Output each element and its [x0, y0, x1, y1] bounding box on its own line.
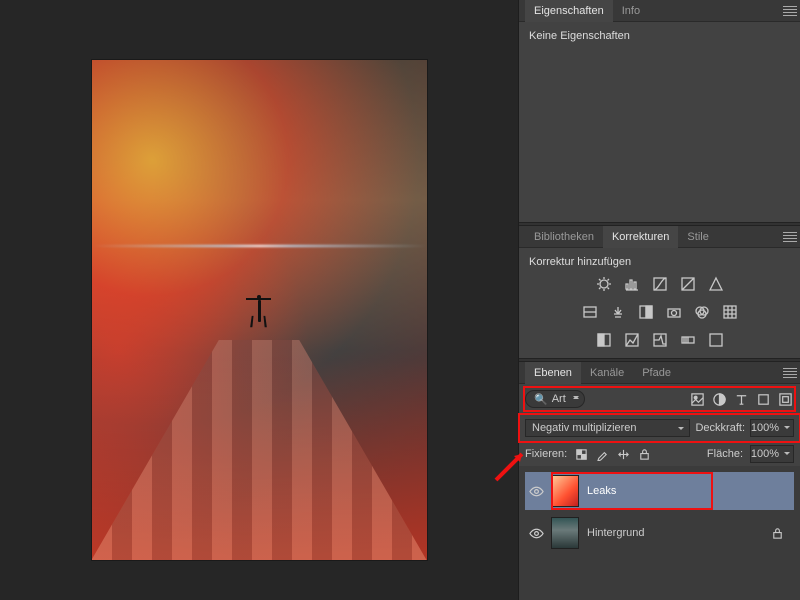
fill-field[interactable]: 100% [750, 445, 794, 463]
gradient-map-icon[interactable] [678, 332, 698, 348]
lock-all-icon[interactable] [637, 447, 651, 461]
levels-icon[interactable] [622, 276, 642, 292]
lock-position-icon[interactable] [616, 447, 630, 461]
filter-adjustment-icon[interactable] [710, 391, 728, 407]
tab-ebenen[interactable]: Ebenen [525, 362, 581, 384]
panel-menu-icon[interactable] [783, 230, 797, 244]
blend-mode-dropdown[interactable]: Negativ multiplizieren [525, 419, 690, 437]
layer-filter-label: Art [552, 393, 566, 405]
tab-eigenschaften[interactable]: Eigenschaften [525, 0, 613, 22]
tab-kanaele[interactable]: Kanäle [581, 362, 633, 384]
adjustments-subtitle: Korrektur hinzufügen [519, 248, 800, 270]
adjustments-row-2 [519, 298, 800, 326]
color-lookup-icon[interactable] [720, 304, 740, 320]
adjustments-row-1 [519, 270, 800, 298]
filter-pixel-icon[interactable] [688, 391, 706, 407]
tab-korrekturen[interactable]: Korrekturen [603, 226, 678, 248]
layers-list: Leaks Hintergrund [519, 466, 800, 600]
lock-icon [770, 526, 784, 540]
filter-smartobject-icon[interactable] [776, 391, 794, 407]
lock-pixels-icon[interactable] [595, 447, 609, 461]
hue-saturation-icon[interactable] [580, 304, 600, 320]
document-preview [92, 60, 427, 560]
lock-label: Fixieren: [525, 448, 567, 460]
tab-stile[interactable]: Stile [678, 226, 717, 248]
threshold-icon[interactable] [650, 332, 670, 348]
exposure-icon[interactable] [678, 276, 698, 292]
layer-name[interactable]: Leaks [587, 485, 616, 497]
layer-row-hintergrund[interactable]: Hintergrund [525, 514, 794, 552]
photo-filter-icon[interactable] [664, 304, 684, 320]
properties-panel-body: Keine Eigenschaften [519, 22, 800, 222]
panel-menu-icon[interactable] [783, 4, 797, 18]
color-balance-icon[interactable] [608, 304, 628, 320]
vibrance-icon[interactable] [706, 276, 726, 292]
selective-color-icon[interactable] [706, 332, 726, 348]
filter-type-icon[interactable] [732, 391, 750, 407]
properties-empty-text: Keine Eigenschaften [519, 22, 800, 50]
layer-thumbnail[interactable] [551, 475, 579, 507]
adjustments-panel-header: Bibliotheken Korrekturen Stile [519, 226, 800, 248]
fill-label: Fläche: [707, 448, 743, 460]
tab-bibliotheken[interactable]: Bibliotheken [525, 226, 603, 248]
canvas-area[interactable] [0, 0, 518, 600]
layers-filter-row: 🔍Art [519, 384, 800, 414]
visibility-toggle[interactable] [525, 484, 547, 499]
panel-menu-icon[interactable] [783, 366, 797, 380]
curves-icon[interactable] [650, 276, 670, 292]
tab-info[interactable]: Info [613, 0, 649, 22]
right-panels: Eigenschaften Info Keine Eigenschaften B… [518, 0, 800, 600]
invert-icon[interactable] [594, 332, 614, 348]
blend-opacity-row: Negativ multiplizieren Deckkraft: 100% [519, 414, 800, 442]
opacity-field[interactable]: 100% [750, 419, 794, 437]
properties-panel-header: Eigenschaften Info [519, 0, 800, 22]
adjustments-row-3 [519, 326, 800, 358]
filter-shape-icon[interactable] [754, 391, 772, 407]
layer-thumbnail[interactable] [551, 517, 579, 549]
visibility-toggle[interactable] [525, 526, 547, 541]
layer-filter-select[interactable]: 🔍Art [525, 390, 585, 408]
lock-transparency-icon[interactable] [574, 447, 588, 461]
layer-row-leaks[interactable]: Leaks [525, 472, 794, 510]
brightness-contrast-icon[interactable] [594, 276, 614, 292]
opacity-label: Deckkraft: [695, 422, 745, 434]
posterize-icon[interactable] [622, 332, 642, 348]
black-white-icon[interactable] [636, 304, 656, 320]
layer-name[interactable]: Hintergrund [587, 527, 644, 539]
channel-mixer-icon[interactable] [692, 304, 712, 320]
layers-panel-header: Ebenen Kanäle Pfade [519, 362, 800, 384]
tab-pfade[interactable]: Pfade [633, 362, 680, 384]
lock-fill-row: Fixieren: Fläche: 100% [519, 442, 800, 466]
